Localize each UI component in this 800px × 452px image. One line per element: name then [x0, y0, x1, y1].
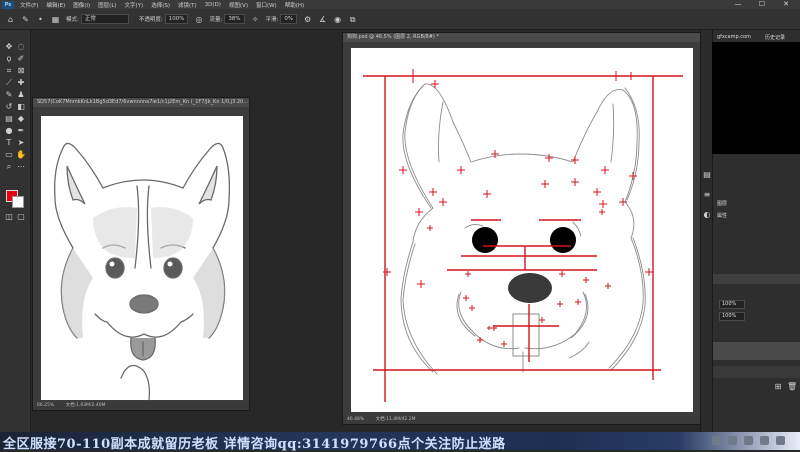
quick-select-tool-icon[interactable]: ✐	[16, 54, 26, 64]
menu-3d[interactable]: 3D(D)	[205, 2, 221, 8]
smoothing-control: 平滑: 0%	[266, 14, 298, 24]
reference-zoom-level[interactable]: 66.25%	[37, 403, 54, 408]
eyedropper-tool-icon[interactable]: ⟋	[4, 78, 14, 88]
main-document-window[interactable]: 狗狗.psd @ 46.5% (图层 2, RGB/8#) * 46.48% 文…	[342, 32, 702, 425]
overlay-banner: 全区服接70-110副本成就留历老板 详情咨询qq:3141979766点个关注…	[0, 432, 800, 452]
history-panel-icon[interactable]: ▤	[702, 170, 712, 180]
main-doc-info: 文档:11.4M/42.2M	[375, 417, 416, 422]
taskbar-icon[interactable]	[728, 436, 737, 445]
maximize-button[interactable]: ☐	[750, 0, 774, 9]
type-tool-icon[interactable]: T	[4, 138, 14, 148]
smoothing-label: 平滑:	[265, 17, 279, 23]
new-layer-icon[interactable]: ⊞	[773, 382, 783, 392]
pressure-opacity-icon[interactable]: ◎	[194, 15, 203, 24]
menu-bar: Ps 文件(F) 编辑(E) 图像(I) 图层(L) 文字(Y) 选择(S) 滤…	[0, 0, 800, 9]
background-color-swatch[interactable]	[12, 196, 24, 208]
brush-settings-icon[interactable]: ▦	[51, 15, 60, 24]
taskbar-icon[interactable]	[776, 436, 785, 445]
active-layer-row[interactable]	[713, 342, 800, 360]
main-zoom-level[interactable]: 46.48%	[347, 417, 364, 422]
path-select-tool-icon[interactable]: ➤	[16, 138, 26, 148]
lasso-tool-icon[interactable]: ϙ	[4, 54, 14, 64]
taskbar-icon[interactable]	[712, 436, 721, 445]
rectangle-tool-icon[interactable]: ▭	[4, 150, 14, 160]
menu-layer[interactable]: 图层(L)	[98, 1, 116, 9]
menu-window[interactable]: 窗口(W)	[256, 1, 277, 9]
opacity-control: 不透明度: 100%	[139, 14, 189, 24]
pressure-size-icon[interactable]: ◉	[333, 15, 342, 24]
dodge-tool-icon[interactable]: ●	[4, 126, 14, 136]
marquee-tool-icon[interactable]: ◌	[16, 42, 26, 52]
mode-select[interactable]: 正常	[80, 14, 129, 24]
navigator-preview[interactable]	[712, 42, 800, 154]
taskbar-icon[interactable]	[760, 436, 769, 445]
options-bar: ⌂ ✎ • ▦ 模式: 正常 不透明度: 100% ◎ 流量: 38% ✧ 平滑…	[0, 9, 800, 30]
layer-fill-input[interactable]: 100%	[719, 312, 745, 321]
reference-status-bar: 66.25% 文档:1.03M/2.40M	[33, 402, 249, 410]
opacity-label: 不透明度:	[138, 17, 163, 23]
quick-mask-icon[interactable]: ◫	[4, 212, 14, 222]
menu-select[interactable]: 选择(S)	[151, 1, 170, 9]
frame-tool-icon[interactable]: ⊠	[16, 66, 26, 76]
more-tools-icon[interactable]: ⋯	[16, 162, 26, 172]
minimize-button[interactable]: —	[726, 0, 750, 9]
history-brush-tool-icon[interactable]: ↺	[4, 102, 14, 112]
properties-label[interactable]: 属性	[717, 212, 727, 219]
hand-tool-icon[interactable]: ✋	[16, 150, 26, 160]
menu-edit[interactable]: 编辑(E)	[46, 1, 65, 9]
adjustments-panel-icon[interactable]: ◐	[702, 210, 712, 220]
symmetry-icon[interactable]: ⧉	[348, 15, 357, 24]
banner-text: 全区服接70-110副本成就留历老板 详情咨询qq:3141979766点个关注…	[3, 437, 506, 452]
airbrush-icon[interactable]: ✧	[251, 15, 260, 24]
taskbar-icon[interactable]	[744, 436, 753, 445]
move-tool-icon[interactable]: ✥	[4, 42, 14, 52]
brush-tool-icon[interactable]: ✎	[4, 90, 14, 100]
smoothing-settings-icon[interactable]: ⚙	[303, 15, 312, 24]
reference-doc-info: 文档:1.03M/2.40M	[65, 403, 106, 408]
photoshop-logo[interactable]: Ps	[2, 0, 14, 9]
menu-image[interactable]: 图像(I)	[73, 1, 90, 9]
reference-canvas[interactable]	[33, 108, 249, 402]
opacity-input[interactable]: 100%	[164, 14, 189, 24]
menu-filter[interactable]: 滤镜(T)	[178, 1, 197, 9]
stamp-tool-icon[interactable]: ♟	[16, 90, 26, 100]
delete-layer-icon[interactable]: 🗑	[787, 382, 797, 392]
layer-row[interactable]	[713, 366, 800, 378]
tools-panel: ✥ ◌ ϙ ✐ ⌗ ⊠ ⟋ ✚ ✎ ♟ ↺ ◧ ▤ ◆ ● ✒ T ➤ ▭ ✋ …	[0, 30, 31, 434]
mode-control: 模式: 正常	[66, 14, 129, 24]
menu-help[interactable]: 帮助(H)	[285, 1, 304, 9]
mode-label: 模式:	[66, 17, 79, 23]
flow-label: 流量:	[209, 17, 223, 23]
menu-file[interactable]: 文件(F)	[20, 1, 38, 9]
flow-input[interactable]: 38%	[224, 14, 245, 24]
navigator-tab[interactable]: gfxcamp.com	[717, 34, 751, 40]
layers-label[interactable]: 图层	[717, 200, 727, 207]
smoothing-input[interactable]: 0%	[280, 14, 298, 24]
main-canvas[interactable]	[343, 42, 701, 414]
brush-preset-icon[interactable]: •	[36, 15, 45, 24]
healing-brush-tool-icon[interactable]: ✚	[16, 78, 26, 88]
menu-view[interactable]: 视图(V)	[229, 1, 248, 9]
screen-mode-icon[interactable]: ▢	[16, 212, 26, 222]
reference-document-title[interactable]: SD57(CoK7MnmkKnLk1Bg5d3Ed7/6vwnnnna7ie1/…	[33, 98, 249, 107]
gradient-tool-icon[interactable]: ▤	[4, 114, 14, 124]
zoom-tool-icon[interactable]: ⌕	[4, 162, 14, 172]
main-document-title[interactable]: 狗狗.psd @ 46.5% (图层 2, RGB/8#) *	[343, 33, 701, 42]
menu-type[interactable]: 文字(Y)	[125, 1, 144, 9]
layers-toolbar	[713, 274, 800, 284]
flow-control: 流量: 38%	[209, 14, 245, 24]
pen-tool-icon[interactable]: ✒	[16, 126, 26, 136]
eraser-tool-icon[interactable]: ◧	[16, 102, 26, 112]
crop-tool-icon[interactable]: ⌗	[4, 66, 14, 76]
reference-document-window[interactable]: SD57(CoK7MnmkKnLk1Bg5d3Ed7/6vwnnnna7ie1/…	[32, 97, 250, 411]
close-button[interactable]: ✕	[774, 0, 798, 9]
history-tab[interactable]: 历史记录	[765, 34, 785, 41]
properties-panel-icon[interactable]: ≡	[702, 190, 712, 200]
angle-icon[interactable]: ∡	[318, 15, 327, 24]
home-icon[interactable]: ⌂	[6, 15, 15, 24]
layer-opacity-input[interactable]: 100%	[719, 300, 745, 309]
blur-tool-icon[interactable]: ◆	[16, 114, 26, 124]
brush-tool-icon[interactable]: ✎	[21, 15, 30, 24]
main-status-bar: 46.48% 文档:11.4M/42.2M	[343, 416, 701, 424]
